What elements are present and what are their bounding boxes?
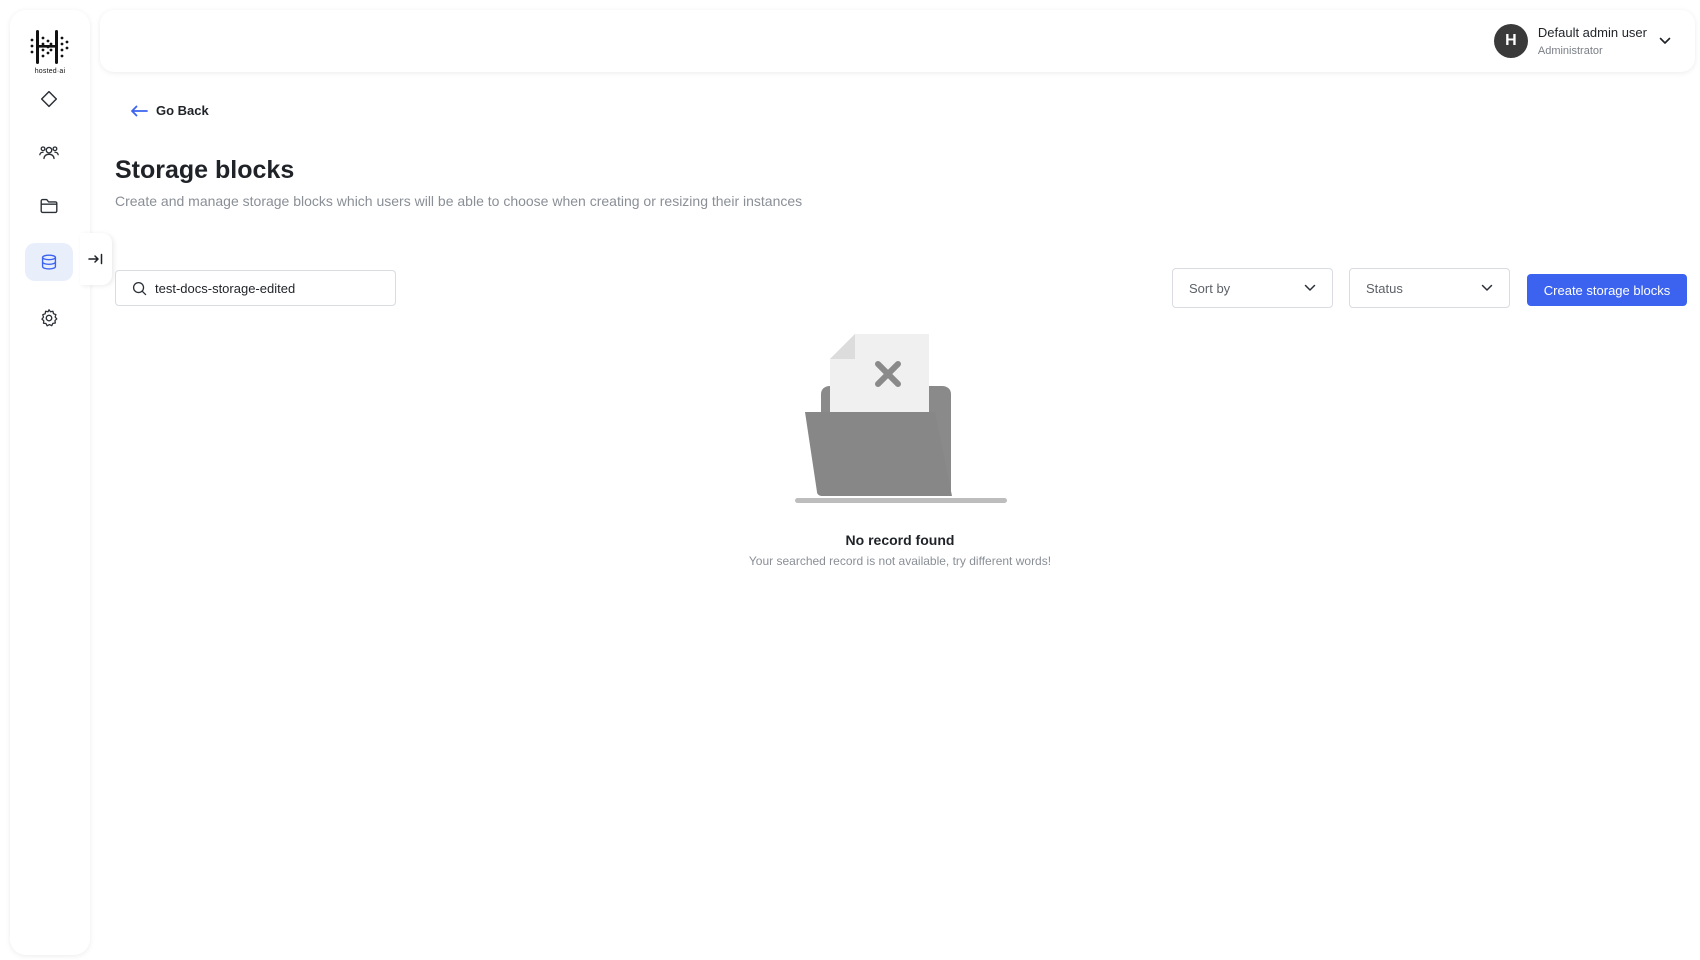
diamond-icon [40,90,58,108]
top-header: H Default admin user Administrator [100,10,1695,72]
users-icon [39,146,59,160]
sidebar-item-settings[interactable] [25,299,73,337]
search-icon [132,281,147,295]
avatar: H [1493,24,1528,58]
logo-icon [30,30,69,64]
logo-text: hosted·ai [34,68,66,75]
gear-icon [41,309,58,327]
page-subtitle: Create and manage storage blocks which u… [115,193,803,209]
sidebar-item-users[interactable] [25,133,73,171]
empty-state-title: No record found [845,532,955,548]
create-storage-blocks-button[interactable]: Create storage blocks [1527,274,1687,306]
go-back-link[interactable]: Go Back [130,103,209,118]
arrow-left-icon [131,105,148,116]
folder-icon [40,198,58,214]
user-info: Default admin user Administrator [1538,24,1647,59]
sidebar: hosted·ai [10,10,90,955]
storage-icon [41,254,57,270]
sidebar-item-storage[interactable] [25,243,73,281]
sidebar-item-dashboard[interactable] [25,80,73,118]
search-input[interactable] [153,279,373,297]
status-label: Status [1366,280,1403,296]
go-back-label: Go Back [156,103,209,118]
sort-by-dropdown[interactable]: Sort by [1172,268,1333,308]
expand-arrow-icon [88,253,103,265]
chevron-down-icon [1481,284,1493,291]
status-dropdown[interactable]: Status [1349,268,1510,308]
user-role: Administrator [1537,44,1603,57]
page-title: Storage blocks [115,156,295,184]
sidebar-collapse-toggle[interactable] [80,233,112,285]
brand-logo[interactable]: hosted·ai [30,26,70,78]
sidebar-item-files[interactable] [25,187,73,225]
user-menu[interactable]: H Default admin user Administrator [1493,21,1671,61]
chevron-down-icon [1304,284,1316,291]
empty-folder-illustration [795,334,1007,503]
user-name: Default admin user [1537,24,1647,40]
empty-state-subtitle: Your searched record is not available, t… [748,554,1052,568]
chevron-down-icon [1659,37,1671,44]
search-box[interactable] [115,270,396,306]
sort-by-label: Sort by [1189,280,1231,296]
